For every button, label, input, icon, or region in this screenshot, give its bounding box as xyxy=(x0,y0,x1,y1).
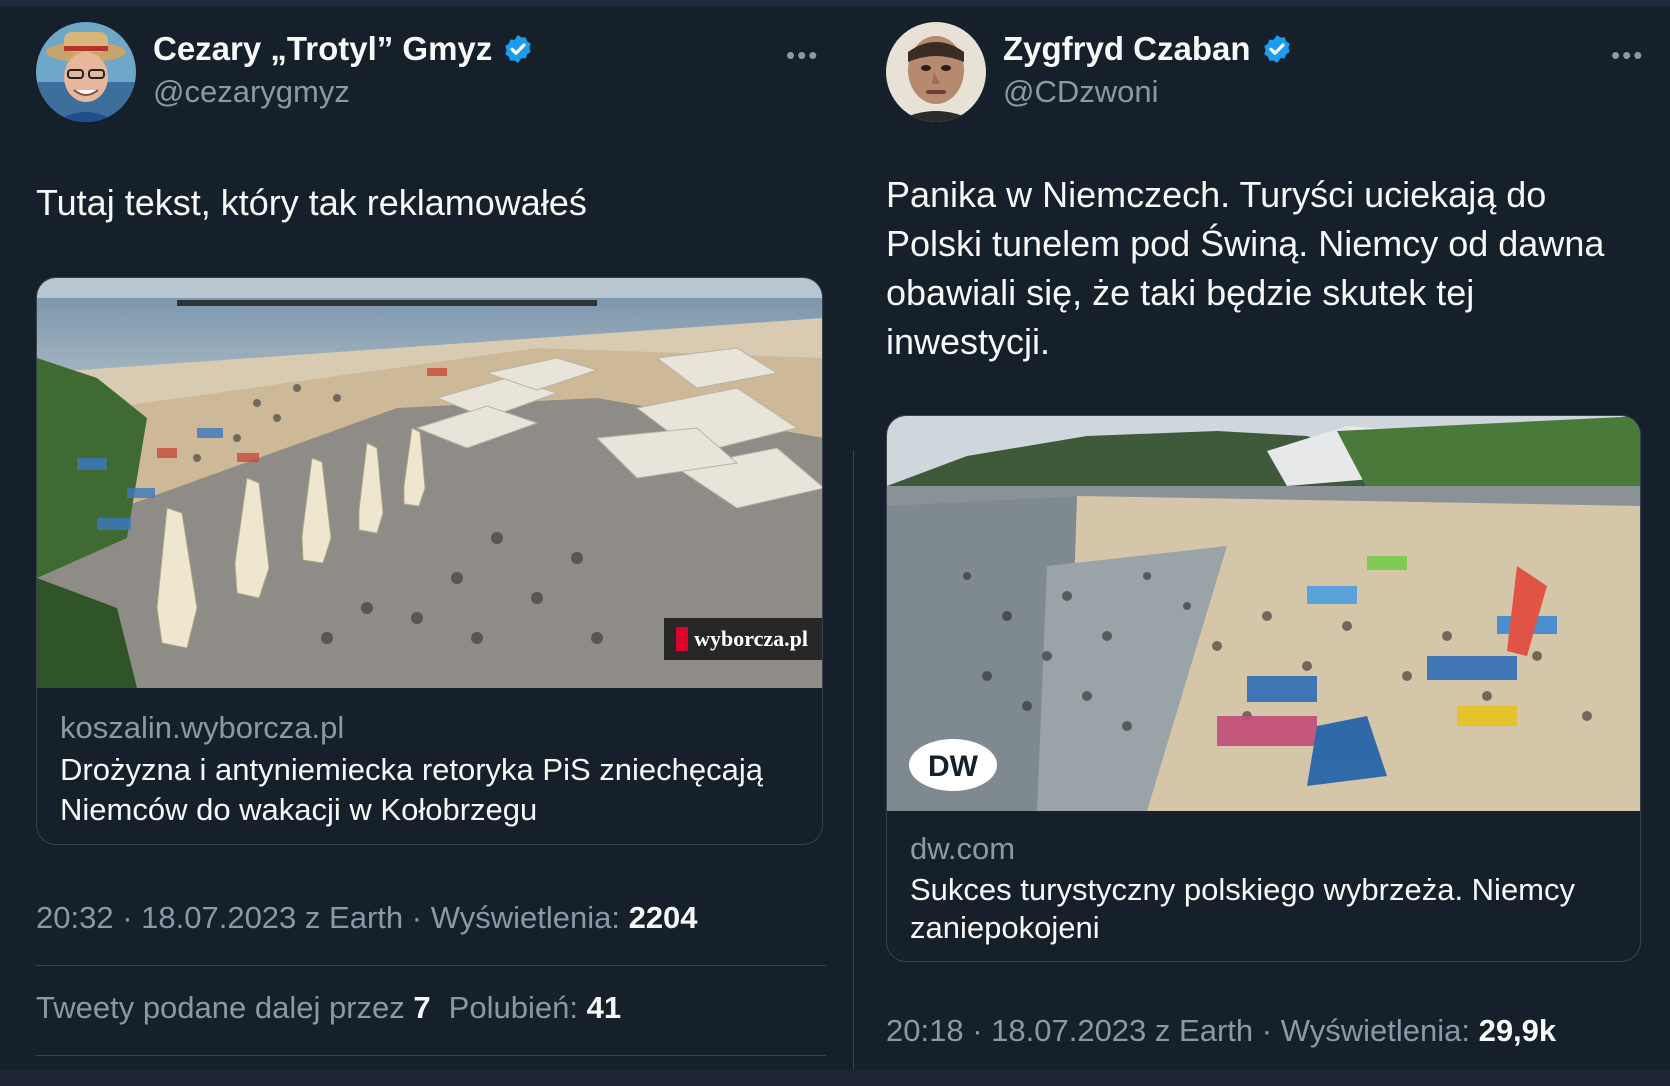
avatar[interactable] xyxy=(36,22,136,122)
likes-count: 41 xyxy=(586,990,622,1025)
likes-label: Polubień: xyxy=(448,990,578,1025)
tweet-text: Panika w Niemczech. Turyści uciekają do … xyxy=(886,174,1605,362)
views-label: Wyświetlenia: xyxy=(430,900,620,935)
author-name[interactable]: Cezary „Trotyl” Gmyz xyxy=(153,30,534,68)
tweet-meta: 20:18 · 18.07.2023 z Earth · Wyświetleni… xyxy=(886,1013,1557,1048)
tweet-source: Earth xyxy=(329,900,404,935)
author-name-text: Cezary „Trotyl” Gmyz xyxy=(153,30,493,67)
dw-logo-text: DW xyxy=(928,750,979,783)
author-name-text: Zygfryd Czaban xyxy=(1003,30,1251,67)
tweet-source-prefix: z xyxy=(304,900,321,935)
tweet-date[interactable]: 18.07.2023 xyxy=(141,900,296,935)
dw-logo: DW xyxy=(907,737,999,793)
wyborcza-logo-mark xyxy=(676,627,689,651)
likes-link[interactable]: Polubień: 41 xyxy=(449,990,621,1025)
views-count[interactable]: 29,9k xyxy=(1479,1013,1557,1048)
top-edge-bar xyxy=(0,0,1670,6)
card-domain: dw.com xyxy=(910,831,1016,866)
column-divider xyxy=(853,450,854,1070)
wyborcza-logo: wyborcza.pl xyxy=(664,618,822,660)
wyborcza-logo-text: wyborcza.pl xyxy=(694,626,808,651)
author-handle[interactable]: @CDzwoni xyxy=(1003,74,1159,110)
bottom-edge-bar xyxy=(0,1070,1670,1086)
tweet-date[interactable]: 18.07.2023 xyxy=(991,1013,1146,1048)
avatar[interactable] xyxy=(886,22,986,122)
tweet-time[interactable]: 20:18 xyxy=(886,1013,964,1048)
link-card[interactable]: DW dw.com Sukces turystyczny polskiego w… xyxy=(886,415,1641,962)
card-domain: koszalin.wyborcza.pl xyxy=(60,710,345,745)
card-image-beach-promenade[interactable]: wyborcza.pl xyxy=(37,278,822,688)
divider xyxy=(36,965,826,966)
more-options-icon[interactable]: ••• xyxy=(786,40,819,71)
link-card[interactable]: wyborcza.pl koszalin.wyborcza.pl Drożyzn… xyxy=(36,277,823,845)
tweet-source: Earth xyxy=(1179,1013,1254,1048)
retweets-label: Tweety podane dalej przez xyxy=(36,990,405,1025)
author-handle[interactable]: @cezarygmyz xyxy=(153,74,350,110)
retweets-count: 7 xyxy=(413,990,431,1025)
card-title: Sukces turystyczny polskiego wybrzeża. N… xyxy=(910,872,1576,945)
more-options-icon[interactable]: ••• xyxy=(1611,40,1644,71)
dw-logo-graphic: DW xyxy=(909,739,997,791)
author-name[interactable]: Zygfryd Czaban xyxy=(1003,30,1293,68)
views-count[interactable]: 2204 xyxy=(629,900,698,935)
tweet-source-prefix: z xyxy=(1154,1013,1171,1048)
card-image-crowded-beach[interactable]: DW xyxy=(887,416,1640,811)
tweet-stats: Tweety podane dalej przez 7 Polubień: 41 xyxy=(36,990,621,1026)
tweet-time[interactable]: 20:32 xyxy=(36,900,114,935)
verified-badge-icon xyxy=(505,35,531,63)
card-title: Drożyzna i antyniemiecka retoryka PiS zn… xyxy=(60,752,763,827)
tweet-text: Tutaj tekst, który tak reklamowałeś xyxy=(36,182,587,223)
tweet-meta: 20:32 · 18.07.2023 z Earth · Wyświetleni… xyxy=(36,900,698,935)
views-label: Wyświetlenia: xyxy=(1280,1013,1470,1048)
verified-badge-icon xyxy=(1263,35,1290,63)
retweets-link[interactable]: Tweety podane dalej przez 7 xyxy=(36,990,431,1025)
divider xyxy=(36,1055,826,1056)
